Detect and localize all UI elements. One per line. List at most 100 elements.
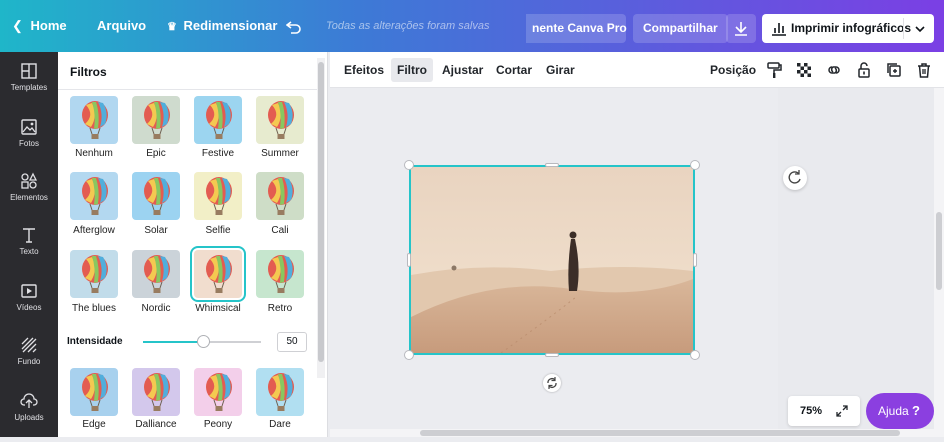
help-button[interactable]: Ajuda ? [866,393,934,429]
side-rail: Templates Fotos Elementos Texto Vídeos F… [0,52,58,437]
elements-icon [21,172,38,189]
share-button[interactable]: Compartilhar [633,14,728,43]
rail-item-templates[interactable]: Templates [0,56,58,112]
filter-thumbnail[interactable] [70,368,118,416]
save-status: Todas as alterações foram salvas [326,20,490,32]
resize-handle-left[interactable] [407,253,411,267]
rail-item-text[interactable]: Texto [0,220,58,276]
filter-thumbnail[interactable] [132,250,180,298]
home-button[interactable]: ❮ Home [12,0,67,52]
chevron-left-icon: ❮ [12,18,23,33]
canvas-vertical-scroll-thumb[interactable] [936,212,942,290]
chevron-down-icon[interactable] [914,25,926,33]
background-icon [21,337,37,353]
undo-icon[interactable] [285,0,302,52]
rotate-handle[interactable] [543,374,561,392]
filter-thumbnail[interactable] [190,246,246,302]
download-button[interactable] [726,14,756,43]
tab-girar[interactable]: Girar [546,52,575,88]
transparency-icon[interactable] [795,61,813,79]
canva-pro-button[interactable]: nente Canva Pro [526,14,627,43]
rail-item-photos[interactable]: Fotos [0,112,58,168]
filter-label: Epic [146,148,166,159]
bar-chart-icon [772,23,786,36]
filter-thumbnail[interactable] [194,96,242,144]
rail-item-background[interactable]: Fundo [0,330,58,386]
paint-roller-icon[interactable] [765,61,783,79]
rail-label-background: Fundo [17,357,41,366]
intensity-input[interactable]: 50 [277,332,307,352]
filter-thumbnail[interactable] [256,250,304,298]
question-mark-icon: ? [912,403,920,418]
filter-label: Nordic [141,303,171,314]
video-icon [21,284,37,298]
expand-icon[interactable] [835,404,849,418]
top-bar: ❮ Home Arquivo ♛ Redimensionar Todas as … [0,0,944,52]
arquivo-menu[interactable]: Arquivo [97,0,146,52]
position-button[interactable]: Posição [710,52,756,88]
resize-handle-bottom-left[interactable] [404,350,414,360]
resize-handle-top-left[interactable] [404,160,414,170]
filter-thumbnail[interactable] [256,96,304,144]
resize-handle-bottom[interactable] [545,353,559,357]
filter-thumbnail[interactable] [132,172,180,220]
rail-item-videos[interactable]: Vídeos [0,276,58,332]
filter-label: Peony [203,419,233,430]
selection-frame[interactable] [409,165,695,355]
resize-handle-bottom-right[interactable] [690,350,700,360]
tab-ajustar[interactable]: Ajustar [442,52,483,88]
print-button[interactable]: Imprimir infográficos [762,14,934,43]
resize-button[interactable]: ♛ Redimensionar [167,0,277,52]
filter-thumbnail[interactable] [132,96,180,144]
trash-icon[interactable] [915,61,933,79]
filter-thumbnail[interactable] [70,172,118,220]
filter-thumbnail[interactable] [194,368,242,416]
filter-label: Edge [82,419,106,430]
upload-icon [20,393,38,408]
tab-efeitos[interactable]: Efeitos [344,52,384,88]
filter-label: Festive [201,148,235,159]
rail-item-uploads[interactable]: Uploads [0,386,58,442]
templates-icon [21,63,37,79]
filter-label: Afterglow [73,225,115,236]
tab-filtro[interactable]: Filtro [391,58,433,82]
resize-label: Redimensionar [183,18,278,33]
refresh-page-button[interactable] [783,166,807,190]
canvas-horizontal-scroll-thumb[interactable] [420,430,900,436]
link-icon[interactable] [825,61,843,79]
zoom-control[interactable]: 75% [788,396,860,426]
rail-label-videos: Vídeos [16,303,42,312]
download-icon [735,22,747,36]
rail-item-elements[interactable]: Elementos [0,166,58,222]
filter-thumbnail[interactable] [256,172,304,220]
panel-scrollbar[interactable] [317,58,325,378]
filter-thumbnail[interactable] [194,172,242,220]
filter-thumbnail[interactable] [132,368,180,416]
filter-label: The blues [72,303,116,314]
intensity-label: Intensidade [67,336,123,347]
zoom-level[interactable]: 75% [800,396,822,426]
intensity-slider-knob[interactable] [197,335,210,348]
rotate-icon [547,377,557,389]
resize-handle-right[interactable] [693,253,697,267]
tab-cortar[interactable]: Cortar [496,52,532,88]
panel-divider [58,89,318,90]
resize-handle-top[interactable] [545,163,559,167]
filter-label: Selfie [205,225,231,236]
canvas-vertical-scrollbar[interactable] [934,88,944,437]
resize-handle-top-right[interactable] [690,160,700,170]
refresh-icon [788,170,801,184]
intensity-slider-fill [143,341,203,343]
panel-scrollbar-thumb[interactable] [318,62,324,362]
canvas-right-pane [778,88,936,437]
filter-label: Dalliance [135,419,177,430]
filter-thumbnail[interactable] [70,250,118,298]
filter-thumbnail[interactable] [70,96,118,144]
canvas-horizontal-scrollbar[interactable] [330,429,934,437]
rail-label-uploads: Uploads [14,413,44,422]
help-label: Ajuda [878,404,909,418]
lock-icon[interactable] [855,61,873,79]
filter-thumbnail[interactable] [256,368,304,416]
filter-label: Retro [267,303,293,314]
duplicate-icon[interactable] [885,61,903,79]
